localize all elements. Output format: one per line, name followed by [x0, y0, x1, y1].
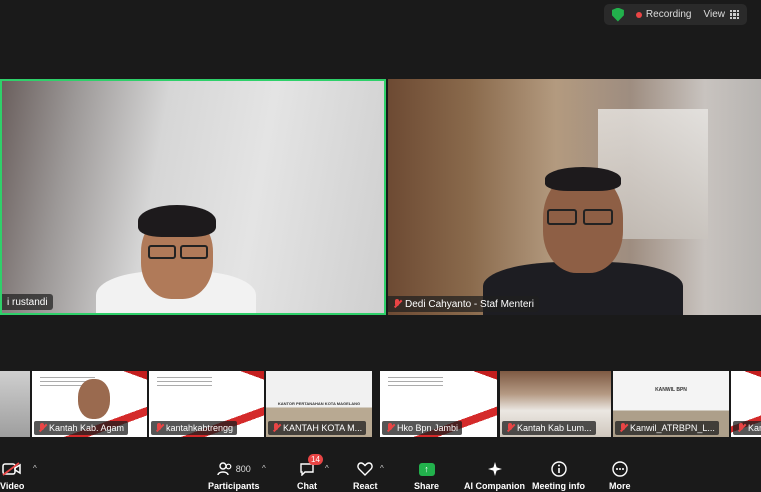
meeting-toolbar: Video ^ 800 Participants ^ 14 Chat ^ Rea…: [0, 452, 761, 492]
participant-name-tag: Dedi Cahyanto - Staf Menteri: [388, 296, 539, 312]
react-label: React: [353, 481, 378, 491]
chat-label: Chat: [297, 481, 317, 491]
kanwil-sign-text: KANWIL BPN: [655, 387, 687, 393]
video-off-icon: [2, 460, 22, 478]
sparkle-icon: [487, 460, 503, 478]
thumbnail-label: Hko Bpn Jambi: [382, 421, 463, 435]
share-label: Share: [414, 481, 440, 491]
security-shield-icon[interactable]: [611, 7, 624, 22]
mic-muted-icon: [393, 299, 401, 309]
share-button[interactable]: ↑ Share: [414, 460, 439, 491]
participant-video-left: [86, 201, 266, 313]
thumbnail-tile[interactable]: kantahkabtrengg: [149, 371, 264, 437]
thumbnail-label: Kan: [733, 421, 761, 435]
share-screen-icon: ↑: [418, 460, 435, 478]
mic-muted-icon: [619, 423, 627, 433]
thumbnail-tile[interactable]: KANWIL BPN Kanwil_ATRBPN_L...: [613, 371, 729, 437]
meeting-info-label: Meeting info: [532, 481, 585, 491]
heart-icon: [357, 460, 373, 478]
participant-name: Dedi Cahyanto - Staf Menteri: [405, 298, 534, 310]
more-icon: [612, 460, 628, 478]
thumbnail-tile[interactable]: KANTOR PERTANAHAN KOTA MAGELANG KANTAH K…: [266, 371, 372, 437]
more-label: More: [609, 481, 631, 491]
thumbnail-tile[interactable]: Kan: [731, 371, 761, 437]
thumbnail-label: KANTAH KOTA M...: [268, 421, 367, 435]
top-bar-controls: Recording View: [603, 4, 747, 25]
view-label: View: [703, 9, 726, 20]
office-sign-text: KANTOR PERTANAHAN KOTA MAGELANG: [277, 401, 361, 406]
view-button[interactable]: View: [704, 9, 740, 20]
grid-view-icon: [730, 10, 739, 19]
thumbnail-label: kantahkabtrengg: [151, 421, 238, 435]
ai-companion-label: AI Companion: [464, 481, 525, 491]
participant-name-tag: i rustandi: [2, 294, 53, 310]
participant-name: i rustandi: [7, 296, 48, 308]
chat-badge: 14: [308, 454, 323, 465]
react-button[interactable]: React: [353, 460, 378, 491]
video-tile-left[interactable]: i rustandi: [0, 79, 386, 315]
thumbnail-strip: Kantah Kab. Agam kantahkabtrengg KANTOR …: [0, 371, 761, 437]
participants-button[interactable]: 800 Participants: [208, 460, 260, 491]
mic-muted-icon: [38, 423, 46, 433]
mic-muted-icon: [155, 423, 163, 433]
recording-indicator[interactable]: Recording: [635, 9, 692, 20]
thumbnail-label: Kantah Kab Lum...: [502, 421, 596, 435]
mic-muted-icon: [737, 423, 745, 433]
chevron-up-icon[interactable]: ^: [380, 464, 384, 473]
mic-muted-icon: [506, 423, 514, 433]
mic-muted-icon: [386, 423, 394, 433]
chat-button[interactable]: 14 Chat: [297, 454, 323, 491]
participant-video: [78, 379, 110, 419]
thumbnail-tile[interactable]: Kantah Kab Lum...: [500, 371, 611, 437]
chevron-up-icon[interactable]: ^: [325, 464, 329, 473]
chat-icon: 14: [299, 454, 323, 478]
top-bar: Recording View: [0, 0, 761, 30]
thumbnail-tile[interactable]: [0, 371, 30, 437]
participants-count: 800: [235, 464, 251, 474]
video-tile-right[interactable]: Dedi Cahyanto - Staf Menteri: [388, 79, 761, 315]
video-label: Video: [0, 481, 25, 491]
participants-label: Participants: [208, 481, 260, 491]
more-button[interactable]: More: [609, 460, 631, 491]
ai-companion-button[interactable]: AI Companion: [464, 460, 525, 491]
record-dot-icon: [635, 11, 642, 18]
participants-icon: 800: [217, 460, 251, 478]
chevron-up-icon[interactable]: ^: [33, 464, 37, 473]
thumbnail-label: Kantah Kab. Agam: [34, 421, 129, 435]
video-button[interactable]: Video: [0, 460, 24, 491]
thumbnail-label: Kanwil_ATRBPN_L...: [615, 421, 719, 435]
chevron-up-icon[interactable]: ^: [262, 464, 266, 473]
mic-muted-icon: [272, 423, 280, 433]
recording-label: Recording: [645, 9, 692, 20]
thumbnail-tile[interactable]: Kantah Kab. Agam: [32, 371, 147, 437]
info-icon: [550, 460, 567, 478]
meeting-info-button[interactable]: Meeting info: [532, 460, 585, 491]
participant-video-right: [483, 167, 683, 315]
thumbnail-tile[interactable]: Hko Bpn Jambi: [380, 371, 497, 437]
